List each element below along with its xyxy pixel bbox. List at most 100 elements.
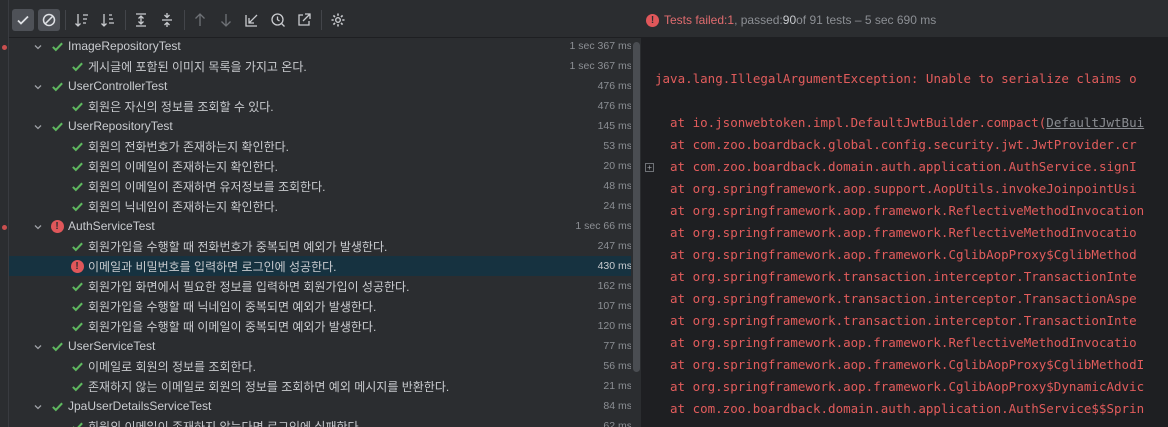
test-case-row[interactable]: 회원은 자신의 정보를 조회할 수 있다. 476 ms xyxy=(9,96,640,116)
test-case-row[interactable]: 회원의 이메일이 존재하지 않는다면 로그인에 실패한다. 62 ms xyxy=(9,416,640,427)
export-results-button[interactable] xyxy=(293,9,315,31)
test-name: 회원의 이메일이 존재하는지 확인한다. xyxy=(88,159,278,174)
stack-trace-line: at org.springframework.aop.framework.Cgl… xyxy=(670,357,1144,372)
previous-failed-button[interactable] xyxy=(189,9,211,31)
test-case-row[interactable]: 회원가입을 수행할 때 전화번호가 중복되면 예외가 발생한다. 247 ms xyxy=(9,236,640,256)
test-name: UserRepositoryTest xyxy=(68,119,173,133)
test-case-row[interactable]: ! 이메일과 비밀번호를 입력하면 로그인에 성공한다. 430 ms xyxy=(9,256,640,276)
test-duration: 1 sec 367 ms xyxy=(569,60,632,72)
test-name: 회원가입을 수행할 때 닉네임이 중복되면 예외가 발생한다. xyxy=(88,299,377,314)
test-duration: 476 ms xyxy=(597,80,632,92)
check-icon xyxy=(70,359,84,373)
test-case-row[interactable]: 이메일로 회원의 정보를 조회한다. 56 ms xyxy=(9,356,640,376)
test-name: 이메일과 비밀번호를 입력하면 로그인에 성공한다. xyxy=(88,259,337,274)
test-status-summary: ! Tests failed: 1 , passed: 90 of 91 tes… xyxy=(646,12,936,28)
arrow-down-icon xyxy=(221,14,231,27)
failed-count: 1 xyxy=(727,13,735,27)
stack-trace-line: at com.zoo.boardback.global.config.secur… xyxy=(670,137,1137,152)
settings-button[interactable] xyxy=(327,9,349,31)
test-class-row[interactable]: UserControllerTest 476 ms xyxy=(9,76,640,96)
stack-trace-line: at io.jsonwebtoken.impl.DefaultJwtBuilde… xyxy=(670,115,1144,130)
expand-all-icon xyxy=(136,13,146,27)
sort-alphabetically-button[interactable] xyxy=(71,9,93,31)
check-icon xyxy=(70,379,84,393)
test-name: 회원의 이메일이 존재하지 않는다면 로그인에 실패한다. xyxy=(88,419,362,427)
test-duration: 1 sec 66 ms xyxy=(575,220,632,232)
check-icon xyxy=(70,59,84,73)
test-history-button[interactable] xyxy=(267,9,289,31)
fold-expand-icon[interactable]: + xyxy=(645,163,654,172)
test-class-row[interactable]: JpaUserDetailsServiceTest 84 ms xyxy=(9,396,640,416)
gear-icon xyxy=(331,13,345,27)
test-class-row[interactable]: ! AuthServiceTest 1 sec 66 ms xyxy=(9,216,640,236)
source-link[interactable]: DefaultJwtBui xyxy=(1046,115,1144,130)
test-duration: 62 ms xyxy=(603,420,632,427)
stack-frame-text: at com.zoo.boardback.domain.auth.applica… xyxy=(670,401,1145,416)
error-icon: ! xyxy=(70,259,84,273)
error-icon: ! xyxy=(50,219,64,233)
test-case-row[interactable]: 회원가입을 수행할 때 닉네임이 중복되면 예외가 발생한다. 107 ms xyxy=(9,296,640,316)
chevron-down-icon[interactable] xyxy=(33,341,43,351)
test-name: 존재하지 않는 이메일로 회원의 정보를 조회하면 예외 메시지를 반환한다. xyxy=(88,379,450,394)
chevron-down-icon[interactable] xyxy=(33,81,43,91)
chevron-down-icon[interactable] xyxy=(33,221,43,231)
test-name: 회원의 닉네임이 존재하는지 확인한다. xyxy=(88,199,278,214)
stack-trace-line: at org.springframework.aop.framework.Ref… xyxy=(670,335,1137,350)
test-case-row[interactable]: 회원의 이메일이 존재하는지 확인한다. 20 ms xyxy=(9,156,640,176)
sort-by-duration-button[interactable] xyxy=(97,9,119,31)
test-name: 회원의 전화번호가 존재하는지 확인한다. xyxy=(88,139,290,154)
check-icon xyxy=(70,179,84,193)
check-icon xyxy=(70,239,84,253)
exception-message: java.lang.IllegalArgumentException: Unab… xyxy=(655,71,1137,86)
test-case-row[interactable]: 회원가입을 수행할 때 이메일이 중복되면 예외가 발생한다. 120 ms xyxy=(9,316,640,336)
test-duration: 120 ms xyxy=(597,320,632,332)
test-duration: 56 ms xyxy=(603,360,632,372)
check-icon xyxy=(50,79,64,93)
test-duration: 21 ms xyxy=(603,380,632,392)
test-name: JpaUserDetailsServiceTest xyxy=(68,399,212,413)
stack-frame-text: at org.springframework.aop.framework.Cgl… xyxy=(670,247,1137,262)
left-gutter xyxy=(0,0,9,427)
test-case-row[interactable]: 존재하지 않는 이메일로 회원의 정보를 조회하면 예외 메시지를 반환한다. 2… xyxy=(9,376,640,396)
test-name: 회원의 이메일이 존재하면 유저정보를 조회한다. xyxy=(88,179,326,194)
gutter-marker xyxy=(2,45,7,50)
test-case-row[interactable]: 게시글에 포함된 이미지 목록을 가지고 온다. 1 sec 367 ms xyxy=(9,56,640,76)
tree-scrollbar-thumb[interactable] xyxy=(633,42,640,372)
test-results-tree: ImageRepositoryTest 1 sec 367 ms 게시글에 포함된 … xyxy=(9,38,640,427)
chevron-down-icon[interactable] xyxy=(33,401,43,411)
test-case-row[interactable]: 회원의 닉네임이 존재하는지 확인한다. 24 ms xyxy=(9,196,640,216)
test-class-row[interactable]: UserRepositoryTest 145 ms xyxy=(9,116,640,136)
check-icon xyxy=(70,159,84,173)
test-class-row[interactable]: UserServiceTest 77 ms xyxy=(9,336,640,356)
expand-all-button[interactable] xyxy=(130,9,152,31)
test-case-row[interactable]: 회원의 이메일이 존재하면 유저정보를 조회한다. 48 ms xyxy=(9,176,640,196)
test-class-row[interactable]: ImageRepositoryTest 1 sec 367 ms xyxy=(9,38,640,56)
test-duration: 20 ms xyxy=(603,160,632,172)
stack-frame-text: at org.springframework.transaction.inter… xyxy=(670,313,1137,328)
stack-trace-line: at org.springframework.aop.framework.Cgl… xyxy=(670,379,1144,394)
chevron-down-icon[interactable] xyxy=(33,41,43,51)
import-icon xyxy=(245,14,258,27)
test-runner-toolbar: ! Tests failed: 1 , passed: 90 of 91 tes… xyxy=(9,0,1168,38)
stack-frame-text: at org.springframework.aop.framework.Ref… xyxy=(670,335,1137,350)
test-name: 게시글에 포함된 이미지 목록을 가지고 온다. xyxy=(88,59,307,74)
test-duration: 77 ms xyxy=(603,340,632,352)
total-summary: of 91 tests – 5 sec 690 ms xyxy=(796,13,937,27)
next-failed-button[interactable] xyxy=(215,9,237,31)
stack-frame-text: at org.springframework.aop.framework.Ref… xyxy=(670,203,1145,218)
test-case-row[interactable]: 회원의 전화번호가 존재하는지 확인한다. 53 ms xyxy=(9,136,640,156)
test-duration: 247 ms xyxy=(597,240,632,252)
show-passed-button[interactable] xyxy=(12,9,34,31)
stack-trace-line: at com.zoo.boardback.domain.auth.applica… xyxy=(670,159,1137,174)
show-ignored-button[interactable] xyxy=(38,9,60,31)
test-case-row[interactable]: 회원가입 화면에서 필요한 정보를 입력하면 회원가입이 성공한다. 162 ms xyxy=(9,276,640,296)
collapse-all-button[interactable] xyxy=(156,9,178,31)
test-duration: 24 ms xyxy=(603,200,632,212)
sort-duration-icon xyxy=(101,14,114,27)
test-duration: 145 ms xyxy=(597,120,632,132)
chevron-down-icon[interactable] xyxy=(33,121,43,131)
test-duration: 162 ms xyxy=(597,280,632,292)
stack-trace-line: at org.springframework.transaction.inter… xyxy=(670,291,1137,306)
import-tests-button[interactable] xyxy=(241,9,263,31)
stack-frame-text: at org.springframework.aop.support.AopUt… xyxy=(670,181,1137,196)
